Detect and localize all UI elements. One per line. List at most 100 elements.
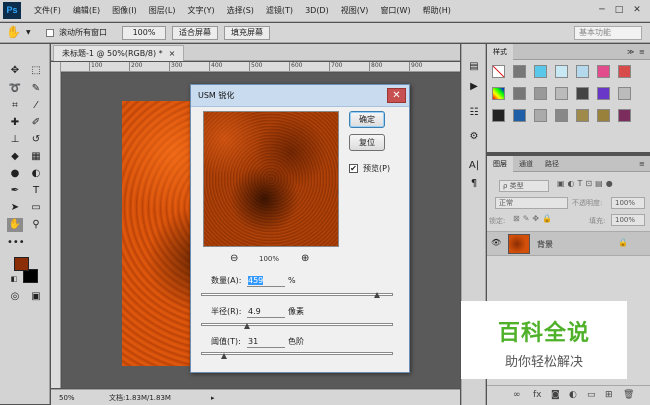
- group-icon[interactable]: ▭: [587, 389, 596, 401]
- preview-checkbox[interactable]: ✔: [349, 164, 358, 173]
- minimize-icon[interactable]: ─: [596, 5, 608, 16]
- radius-input[interactable]: 4.9: [247, 306, 285, 318]
- style-swatch[interactable]: [576, 87, 589, 100]
- ok-button[interactable]: 确定: [349, 111, 385, 128]
- style-swatch[interactable]: [513, 87, 526, 100]
- lasso-tool-icon[interactable]: ➰: [7, 82, 23, 96]
- layer-row-background[interactable]: 👁 背景 🔒: [487, 231, 650, 256]
- character-panel-icon[interactable]: A|: [467, 159, 481, 173]
- style-swatch[interactable]: [513, 65, 526, 78]
- style-swatch[interactable]: [534, 109, 547, 122]
- gradient-tool-icon[interactable]: ▦: [28, 150, 44, 164]
- style-swatch[interactable]: [534, 87, 547, 100]
- marquee-tool-icon[interactable]: ⬚: [28, 64, 44, 78]
- history-brush-tool-icon[interactable]: ↺: [28, 133, 44, 147]
- collapse-panel-icon[interactable]: ≫: [625, 44, 636, 60]
- edit-toolbar-icon[interactable]: •••: [7, 236, 25, 250]
- eraser-tool-icon[interactable]: ◆: [7, 150, 23, 164]
- style-swatch[interactable]: [576, 65, 589, 78]
- hand-tool-icon[interactable]: ✋: [6, 25, 21, 40]
- fill-field[interactable]: 100%: [611, 214, 645, 226]
- status-zoom[interactable]: 50%: [59, 391, 75, 405]
- amount-input[interactable]: 459: [247, 275, 285, 287]
- dialog-close-icon[interactable]: ✕: [387, 88, 406, 103]
- style-swatch[interactable]: [555, 109, 568, 122]
- no-style-swatch[interactable]: [492, 65, 505, 78]
- blur-tool-icon[interactable]: ●: [7, 167, 23, 181]
- opacity-field[interactable]: 100%: [611, 197, 645, 209]
- foreground-color-swatch[interactable]: [14, 257, 29, 271]
- threshold-slider-thumb[interactable]: [221, 353, 228, 359]
- layer-fx-icon[interactable]: fx: [533, 389, 542, 401]
- reset-button[interactable]: 复位: [349, 134, 385, 151]
- blend-mode-select[interactable]: 正常: [495, 197, 568, 209]
- link-layers-icon[interactable]: ∞: [513, 389, 521, 401]
- paragraph-panel-icon[interactable]: ¶: [467, 177, 481, 191]
- add-mask-icon[interactable]: ◙: [551, 389, 560, 401]
- fit-screen-button[interactable]: 适合屏幕: [172, 26, 218, 40]
- style-swatch[interactable]: [597, 65, 610, 78]
- default-colors-icon[interactable]: ◧: [6, 272, 22, 286]
- crop-tool-icon[interactable]: ⌗: [7, 99, 23, 113]
- fill-screen-button[interactable]: 填充屏幕: [224, 26, 270, 40]
- tool-preset-caret-icon[interactable]: ▼: [26, 29, 31, 36]
- dodge-tool-icon[interactable]: ◐: [28, 167, 44, 181]
- filter-preview[interactable]: [203, 111, 339, 247]
- history-panel-icon[interactable]: ▤: [467, 60, 481, 74]
- path-select-tool-icon[interactable]: ➤: [7, 201, 23, 215]
- style-swatch[interactable]: [555, 87, 568, 100]
- menu-item[interactable]: 图层(L): [149, 0, 176, 22]
- menu-item[interactable]: 文字(Y): [187, 0, 214, 22]
- background-color-swatch[interactable]: [23, 269, 38, 283]
- style-swatch[interactable]: [597, 87, 610, 100]
- style-swatch[interactable]: [492, 109, 505, 122]
- hand-tool-icon[interactable]: ✋: [7, 218, 23, 232]
- properties-panel-icon[interactable]: ☷: [467, 106, 481, 120]
- style-swatch[interactable]: [513, 109, 526, 122]
- close-tab-icon[interactable]: ×: [169, 49, 176, 58]
- amount-slider-track[interactable]: [201, 293, 393, 296]
- style-swatch[interactable]: [618, 65, 631, 78]
- menu-item[interactable]: 窗口(W): [380, 0, 410, 22]
- tab-styles[interactable]: 样式: [487, 44, 513, 60]
- style-swatch[interactable]: [576, 109, 589, 122]
- zoom-in-icon[interactable]: ⊕: [301, 253, 309, 265]
- brush-tool-icon[interactable]: ✐: [28, 116, 44, 130]
- styles-menu-icon[interactable]: ≡: [637, 44, 647, 60]
- scroll-all-windows-checkbox[interactable]: [46, 29, 54, 37]
- style-swatch[interactable]: [618, 109, 631, 122]
- shape-tool-icon[interactable]: ▭: [28, 201, 44, 215]
- tab-layers[interactable]: 图层: [487, 156, 513, 172]
- screen-mode-icon[interactable]: ▣: [28, 290, 44, 304]
- zoom-tool-icon[interactable]: ⚲: [28, 218, 44, 232]
- tab-channels[interactable]: 通道: [513, 156, 539, 172]
- style-swatch[interactable]: [597, 109, 610, 122]
- style-swatch[interactable]: [534, 65, 547, 78]
- threshold-slider-track[interactable]: [201, 352, 393, 355]
- layer-filter-kind-select[interactable]: ρ 类型: [499, 180, 549, 192]
- style-swatch[interactable]: [618, 87, 631, 100]
- workspace-select[interactable]: 基本功能: [574, 26, 642, 40]
- threshold-input[interactable]: 31: [247, 336, 285, 348]
- layer-visibility-eye-icon[interactable]: 👁: [491, 238, 501, 247]
- lock-icons[interactable]: ⊠✎✥🔒: [513, 214, 555, 223]
- close-window-icon[interactable]: ✕: [631, 5, 643, 16]
- amount-slider-thumb[interactable]: [374, 292, 381, 298]
- new-layer-icon[interactable]: ⊞: [605, 389, 613, 401]
- zoom-out-icon[interactable]: ⊖: [230, 253, 238, 265]
- clone-stamp-tool-icon[interactable]: ⊥: [7, 133, 23, 147]
- adjustment-layer-icon[interactable]: ◐: [569, 389, 577, 401]
- menu-item[interactable]: 编辑(E): [73, 0, 100, 22]
- menu-item[interactable]: 文件(F): [34, 0, 61, 22]
- status-menu-arrow-icon[interactable]: ▸: [211, 391, 215, 405]
- menu-item[interactable]: 选择(S): [227, 0, 254, 22]
- pen-tool-icon[interactable]: ✒: [7, 184, 23, 198]
- quick-select-tool-icon[interactable]: ✎: [28, 82, 44, 96]
- eyedropper-tool-icon[interactable]: ⁄: [28, 99, 44, 113]
- layer-name[interactable]: 背景: [537, 239, 553, 250]
- layers-menu-icon[interactable]: ≡: [637, 156, 647, 172]
- move-tool-icon[interactable]: ✥: [7, 64, 23, 78]
- actions-panel-icon[interactable]: ▶: [467, 80, 481, 94]
- type-tool-icon[interactable]: T: [28, 184, 44, 198]
- menu-item[interactable]: 3D(D): [305, 0, 329, 22]
